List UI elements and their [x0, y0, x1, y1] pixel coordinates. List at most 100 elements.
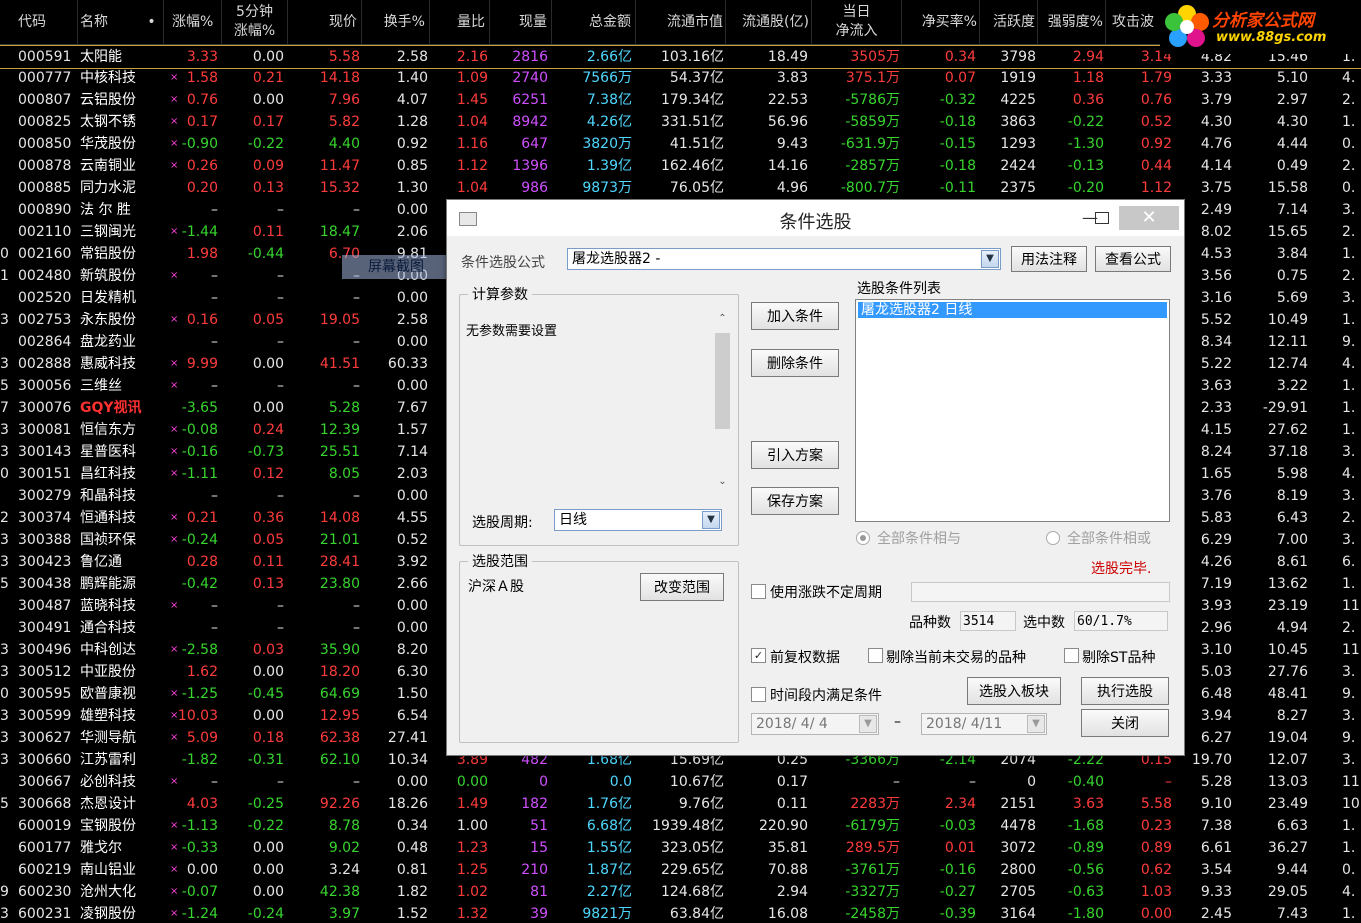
- cell-fs: 22.53: [767, 92, 808, 108]
- add-condition-button[interactable]: 加入条件: [751, 302, 839, 330]
- column-header[interactable]: 强弱度%: [1038, 0, 1106, 44]
- table-row[interactable]: 600177 雅戈尔 × -0.33 0.00 9.02 0.48 1.23 15 1.55亿 32…: [0, 837, 1361, 859]
- column-header[interactable]: 活跃度: [980, 0, 1038, 44]
- column-header[interactable]: •: [140, 0, 164, 44]
- maximize-icon[interactable]: [1085, 206, 1119, 230]
- cell-e3: 6.: [1342, 554, 1356, 570]
- close-dialog-button[interactable]: 关闭: [1081, 709, 1169, 737]
- row-prefix: 1: [0, 268, 9, 284]
- forward-adjust-checkbox[interactable]: ✓: [751, 648, 766, 663]
- scroll-up-icon[interactable]: ⌃: [714, 313, 731, 324]
- cell-name: 惠威科技: [80, 356, 136, 372]
- view-formula-button[interactable]: 查看公式: [1095, 246, 1171, 272]
- column-header[interactable]: 现价: [288, 0, 362, 44]
- cell-inflow: -5859万: [845, 114, 900, 130]
- scroll-thumb[interactable]: [715, 333, 730, 429]
- table-row[interactable]: 3 600231 凌钢股份 × -1.24 -0.24 3.97 1.52 1.32 39 9821…: [0, 903, 1361, 923]
- column-header[interactable]: 量比: [430, 0, 490, 44]
- column-header[interactable]: 代码: [0, 0, 78, 44]
- cell-e3: 3.: [1342, 202, 1356, 218]
- table-row[interactable]: 000777 中核科技 × 1.58 0.21 14.18 1.40 1.09 2740 7566…: [0, 67, 1361, 89]
- execute-selection-button[interactable]: 执行选股: [1081, 677, 1169, 705]
- delete-condition-button[interactable]: 删除条件: [751, 349, 839, 377]
- cell-chg5: -0.45: [247, 686, 284, 702]
- cell-mv: 41.51亿: [669, 136, 724, 152]
- period-select[interactable]: 日线 ▼: [554, 509, 722, 531]
- exclude-untraded-checkbox[interactable]: [868, 648, 883, 663]
- time-range-checkbox[interactable]: [751, 687, 766, 702]
- usage-notes-button[interactable]: 用法注释: [1011, 246, 1087, 272]
- table-row[interactable]: 000850 华茂股份 × -0.90 -0.22 4.40 0.92 1.16 647 3820…: [0, 133, 1361, 155]
- formula-select[interactable]: 屠龙选股器2 - ▼: [567, 248, 1001, 270]
- table-row[interactable]: 000885 同力水泥 0.20 0.13 15.32 1.30 1.04 986 9873万 7…: [0, 177, 1361, 199]
- radio-all-or[interactable]: [1046, 531, 1060, 545]
- cell-str: -0.56: [1067, 862, 1104, 878]
- uncertain-period-checkbox[interactable]: [751, 584, 766, 599]
- table-row[interactable]: 9 600230 沧州大化 × -0.07 0.00 42.38 1.82 1.02 81 2.27…: [0, 881, 1361, 903]
- table-row[interactable]: 600219 南山铝业 × 0.00 0.00 3.24 0.81 1.25 210 1.87亿 2…: [0, 859, 1361, 881]
- column-header[interactable]: 攻击波: [1106, 0, 1162, 44]
- table-row[interactable]: 5 300668 杰恩设计 4.03 -0.25 92.26 18.26 1.49 182 1.7…: [0, 793, 1361, 815]
- column-header[interactable]: 净买率%: [902, 0, 980, 44]
- table-row[interactable]: 000878 云南铜业 × 0.26 0.09 11.47 0.85 1.12 1396 1.39…: [0, 155, 1361, 177]
- cell-chg: 0.28: [186, 554, 218, 570]
- column-header[interactable]: 换手%: [362, 0, 430, 44]
- cell-atk: 0.23: [1140, 818, 1172, 834]
- date-to-value: 2018/ 4/11: [926, 716, 1003, 732]
- scroll-down-icon[interactable]: ⌄: [714, 476, 731, 487]
- column-header[interactable]: 当日 净流入: [812, 0, 902, 44]
- row-prefix: 3: [0, 642, 9, 658]
- column-header[interactable]: 流通股(亿): [726, 0, 812, 44]
- column-header[interactable]: 总金额: [552, 0, 636, 44]
- select-to-block-button[interactable]: 选股入板块: [967, 677, 1061, 705]
- dialog-title-bar[interactable]: 条件选股 — ✕: [447, 200, 1184, 236]
- cell-e2: 5.98: [1276, 466, 1308, 482]
- cell-chg5: –: [277, 774, 284, 790]
- cell-price: 8.78: [328, 818, 360, 834]
- exclude-st-label: 剔除ST品种: [1082, 650, 1156, 666]
- cell-name: 雅戈尔: [80, 840, 122, 856]
- column-header[interactable]: 现量: [490, 0, 552, 44]
- date-from-select[interactable]: 2018/ 4/ 4 ▼: [751, 713, 879, 735]
- close-icon[interactable]: ✕: [1119, 206, 1179, 230]
- cell-inflow: -5786万: [845, 92, 900, 108]
- date-to-select[interactable]: 2018/ 4/11 ▼: [921, 713, 1047, 735]
- cell-amt: 2.66亿: [586, 49, 632, 65]
- cell-mv: 331.51亿: [661, 114, 724, 130]
- column-header[interactable]: 5分钟 涨幅%: [222, 0, 288, 44]
- cell-atk: 1.12: [1140, 180, 1172, 196]
- cell-vol: 647: [521, 136, 548, 152]
- table-row[interactable]: 000807 云铝股份 × 0.76 0.00 7.96 4.07 1.45 6251 7.38亿…: [0, 89, 1361, 111]
- change-range-button[interactable]: 改变范围: [640, 573, 724, 601]
- table-row[interactable]: 600019 宝钢股份 × -1.13 -0.22 8.78 0.34 1.00 51 6.68亿…: [0, 815, 1361, 837]
- cell-e2: 3.84: [1276, 246, 1308, 262]
- radio-all-and[interactable]: [856, 531, 870, 545]
- chevron-down-icon[interactable]: ▼: [702, 511, 720, 529]
- table-row[interactable]: 300667 必创科技 × – – –0.00 0.00 0 0.0 10.67亿 0.17– –0-…: [0, 771, 1361, 793]
- cell-act: 4478: [1000, 818, 1036, 834]
- save-plan-button[interactable]: 保存方案: [751, 487, 839, 515]
- cell-mv: 124.68亿: [661, 884, 724, 900]
- cell-act: 3164: [1000, 906, 1036, 922]
- cell-price: 28.41: [319, 554, 360, 570]
- condition-list[interactable]: 屠龙选股器2 日线: [855, 299, 1170, 522]
- params-scrollbar[interactable]: ⌃ ⌄: [714, 313, 731, 487]
- cell-chg5: –: [277, 378, 284, 394]
- table-row[interactable]: 000825 太钢不锈 × 0.17 0.17 5.82 1.28 1.04 8942 4.26亿…: [0, 111, 1361, 133]
- cell-buy: -0.39: [939, 906, 976, 922]
- cell-code: 600019: [18, 818, 72, 834]
- exclude-st-checkbox[interactable]: [1064, 648, 1079, 663]
- cell-str: -0.63: [1067, 884, 1104, 900]
- chevron-down-icon[interactable]: ▼: [859, 715, 877, 733]
- condition-list-item[interactable]: 屠龙选股器2 日线: [858, 302, 1167, 318]
- cell-turn: 4.55: [396, 510, 428, 526]
- column-header-label: 净买率%: [921, 13, 977, 30]
- chevron-down-icon[interactable]: ▼: [981, 250, 999, 268]
- column-header[interactable]: 流通市值: [636, 0, 726, 44]
- cell-price: 3.97: [328, 906, 360, 922]
- import-plan-button[interactable]: 引入方案: [751, 441, 839, 469]
- cell-e3: 11.: [1342, 642, 1361, 658]
- table-row[interactable]: 000591 太阳能 3.33 0.00 5.58 2.58 2.16 2816 2.66亿 10…: [0, 45, 1361, 69]
- chevron-down-icon[interactable]: ▼: [1027, 715, 1045, 733]
- column-header[interactable]: 涨幅%: [164, 0, 222, 44]
